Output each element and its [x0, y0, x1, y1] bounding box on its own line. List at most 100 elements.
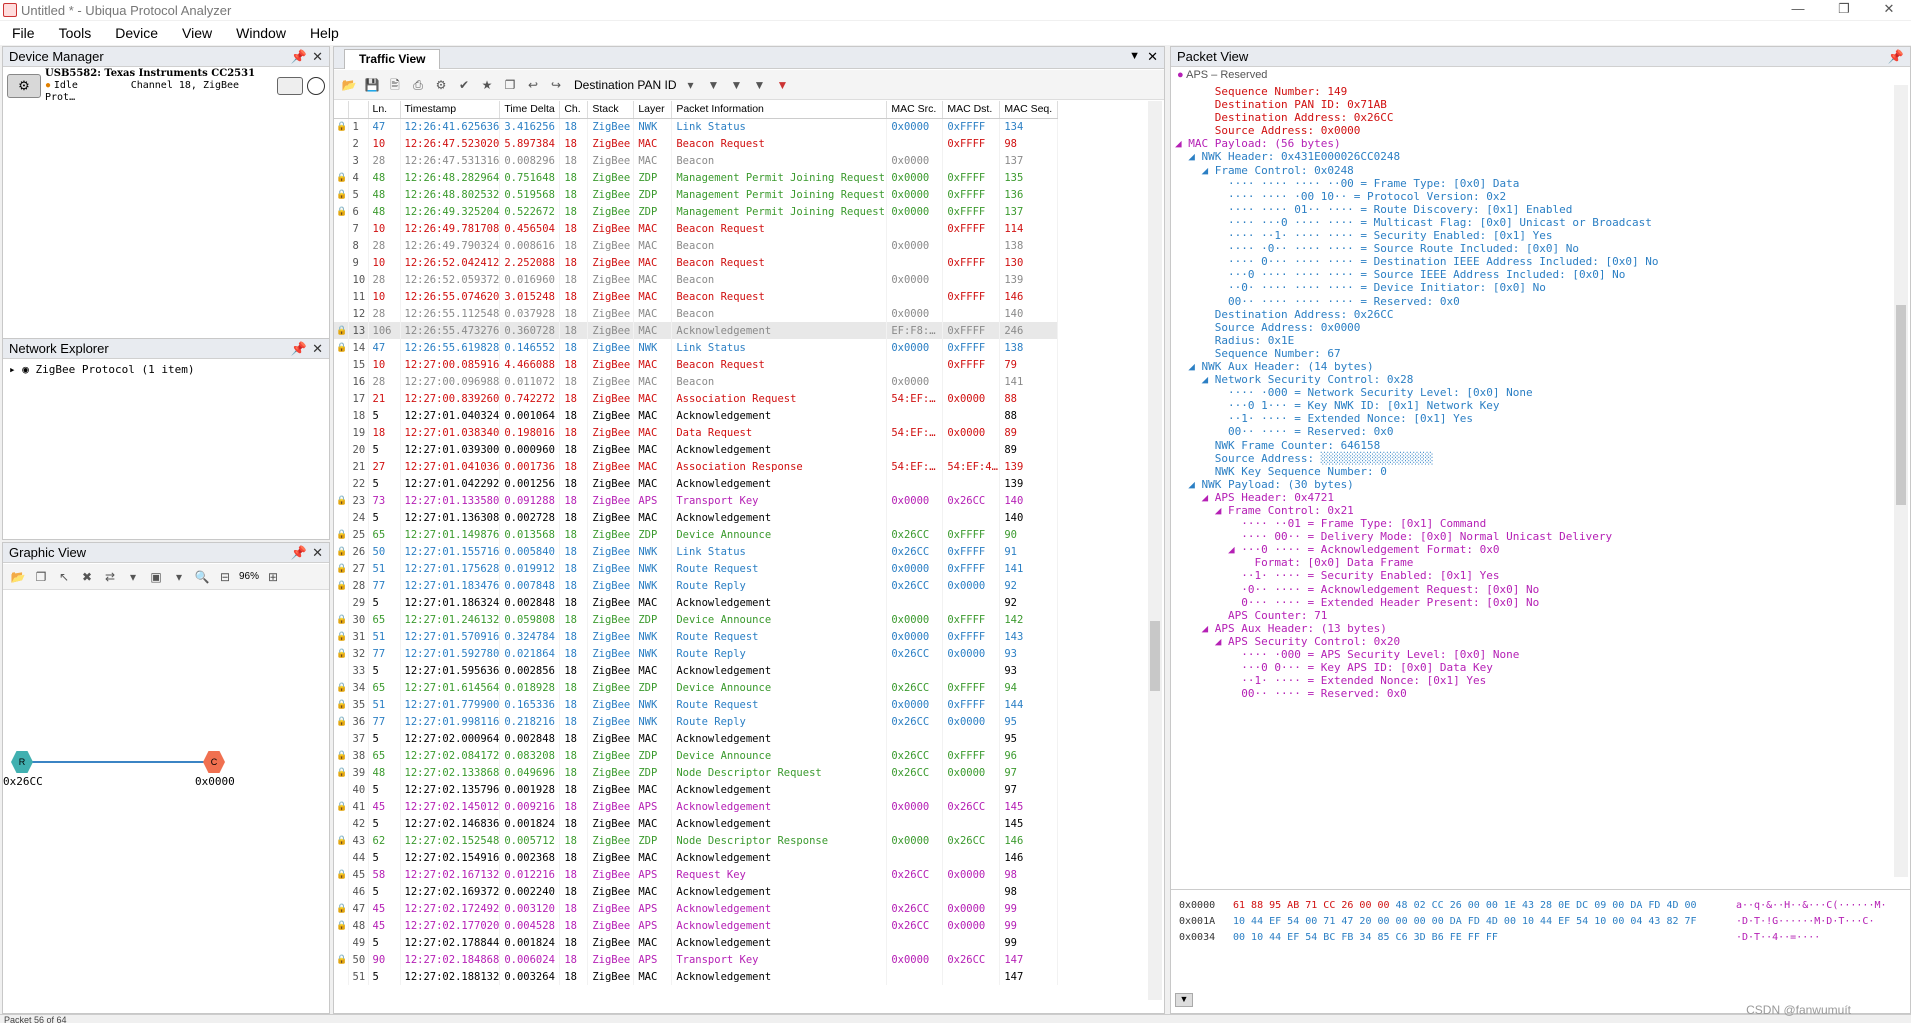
- tree-line[interactable]: ··1· ···· = Security Enabled: [0x1] Yes: [1175, 569, 1890, 582]
- tree-line[interactable]: ◢ NWK Aux Header: (14 bytes): [1175, 360, 1890, 373]
- tree-line[interactable]: ···0 0··· = Key APS ID: [0x0] Data Key: [1175, 661, 1890, 674]
- table-row[interactable]: 19 18 12:27:01.038340 0.198016 18 ZigBee MAC Da…: [334, 424, 1059, 441]
- table-row[interactable]: 49 5 12:27:02.178844 0.001824 18 ZigBee MAC Ack…: [334, 934, 1059, 951]
- tree-line[interactable]: ◢ NWK Payload: (30 bytes): [1175, 478, 1890, 491]
- zoom-out-icon[interactable]: ⊟: [216, 568, 234, 586]
- capture-toggle[interactable]: [277, 77, 303, 95]
- menu-help[interactable]: Help: [298, 25, 351, 41]
- table-row[interactable]: 42 5 12:27:02.146836 0.001824 18 ZigBee MAC Ack…: [334, 815, 1059, 832]
- tree-line[interactable]: ···· ·0·· ···· ···· = Source Route Inclu…: [1175, 242, 1890, 255]
- filter-icon[interactable]: ✔: [455, 76, 473, 94]
- tree-line[interactable]: ···· ···· ···· ··00 = Frame Type: [0x0] …: [1175, 177, 1890, 190]
- tree-line[interactable]: 0··· ···· = Extended Header Present: [0x…: [1175, 596, 1890, 609]
- print-icon[interactable]: ⎙: [409, 76, 427, 94]
- dropdown-icon[interactable]: ▾: [170, 568, 188, 586]
- tree-line[interactable]: Radius: 0x1E: [1175, 334, 1890, 347]
- funnel-clear-icon[interactable]: ▼: [774, 76, 792, 94]
- menu-window[interactable]: Window: [224, 25, 298, 41]
- funnel-icon[interactable]: ▼: [705, 76, 723, 94]
- bookmark-icon[interactable]: ★: [478, 76, 496, 94]
- tree-line[interactable]: ···· 0··· ···· ···· = Destination IEEE A…: [1175, 255, 1890, 268]
- tree-line[interactable]: ◢ Frame Control: 0x0248: [1175, 164, 1890, 177]
- pin-icon[interactable]: 📌: [291, 545, 307, 561]
- table-row[interactable]: 🔒 41 45 12:27:02.145012 0.009216 18 ZigBee APS A…: [334, 798, 1059, 815]
- col-header[interactable]: Stack: [587, 101, 635, 119]
- table-row[interactable]: 15 10 12:27:00.085916 4.466088 18 ZigBee MAC Be…: [334, 356, 1059, 373]
- tree-line[interactable]: Sequence Number: 149: [1175, 85, 1890, 98]
- table-row[interactable]: 7 10 12:26:49.781708 0.456504 18 ZigBee MAC Bea…: [334, 220, 1059, 237]
- back-icon[interactable]: ↩: [524, 76, 542, 94]
- tree-line[interactable]: ···· ·000 = Network Security Level: [0x0…: [1175, 386, 1890, 399]
- pin-icon[interactable]: 📌: [291, 341, 307, 357]
- col-header[interactable]: Packet Information: [671, 101, 888, 119]
- tree-line[interactable]: 00·· ···· ···· ···· = Reserved: 0x0: [1175, 295, 1890, 308]
- scrollbar-thumb[interactable]: [1896, 305, 1906, 505]
- tree-line[interactable]: Destination Address: 0x26CC: [1175, 308, 1890, 321]
- router-node[interactable]: R: [11, 751, 33, 773]
- funnel-add-icon[interactable]: ▼: [728, 76, 746, 94]
- table-row[interactable]: 9 10 12:26:52.042412 2.252088 18 ZigBee MAC Bea…: [334, 254, 1059, 271]
- table-row[interactable]: 🔒 35 51 12:27:01.779900 0.165336 18 ZigBee NWK R…: [334, 696, 1059, 713]
- table-row[interactable]: 🔒 47 45 12:27:02.172492 0.003120 18 ZigBee APS A…: [334, 900, 1059, 917]
- col-header[interactable]: MAC Src.: [886, 101, 944, 119]
- table-row[interactable]: 20 5 12:27:01.039300 0.000960 18 ZigBee MAC Ack…: [334, 441, 1059, 458]
- open-icon[interactable]: 📂: [9, 568, 27, 586]
- pin-icon[interactable]: 📌: [1888, 49, 1904, 65]
- tree-line[interactable]: ◢ ···0 ···· = Acknowledgement Format: 0x…: [1175, 543, 1890, 556]
- table-row[interactable]: 🔒 1 47 12:26:41.625636 3.416256 18 ZigBee NWK Li…: [334, 118, 1059, 135]
- table-row[interactable]: 51 5 12:27:02.188132 0.003264 18 ZigBee MAC Ack…: [334, 968, 1059, 985]
- table-row[interactable]: 🔒 5 48 12:26:48.802532 0.519568 18 ZigBee ZDP Ma…: [334, 186, 1059, 203]
- forward-icon[interactable]: ↪: [547, 76, 565, 94]
- tree-line[interactable]: ◢ Network Security Control: 0x28: [1175, 373, 1890, 386]
- view-icon[interactable]: ▣: [147, 568, 165, 586]
- tree-line[interactable]: Destination PAN ID: 0x71AB: [1175, 98, 1890, 111]
- table-row[interactable]: 🔒 6 48 12:26:49.325204 0.522672 18 ZigBee ZDP Ma…: [334, 203, 1059, 220]
- table-row[interactable]: 46 5 12:27:02.169372 0.002240 18 ZigBee MAC Ack…: [334, 883, 1059, 900]
- tree-line[interactable]: ···· 00·· = Delivery Mode: [0x0] Normal …: [1175, 530, 1890, 543]
- tree-line[interactable]: ◢ MAC Payload: (56 bytes): [1175, 137, 1890, 150]
- table-row[interactable]: 🔒 28 77 12:27:01.183476 0.007848 18 ZigBee NWK R…: [334, 577, 1059, 594]
- table-row[interactable]: 24 5 12:27:01.136308 0.002728 18 ZigBee MAC Ack…: [334, 509, 1059, 526]
- table-row[interactable]: 11 10 12:26:55.074620 3.015248 18 ZigBee MAC Be…: [334, 288, 1059, 305]
- zoom-icon[interactable]: 🔍: [193, 568, 211, 586]
- pin-icon[interactable]: 📌: [291, 49, 307, 65]
- table-row[interactable]: 🔒 30 65 12:27:01.246132 0.059808 18 ZigBee ZDP D…: [334, 611, 1059, 628]
- close-icon[interactable]: ✕: [312, 49, 323, 65]
- table-row[interactable]: 22 5 12:27:01.042292 0.001256 18 ZigBee MAC Ack…: [334, 475, 1059, 492]
- table-row[interactable]: 🔒 48 45 12:27:02.177020 0.004528 18 ZigBee APS A…: [334, 917, 1059, 934]
- coordinator-node[interactable]: C: [203, 751, 225, 773]
- tree-line[interactable]: ◢ APS Aux Header: (13 bytes): [1175, 622, 1890, 635]
- menu-tools[interactable]: Tools: [47, 25, 104, 41]
- table-row[interactable]: 2 10 12:26:47.523020 5.897384 18 ZigBee MAC Bea…: [334, 135, 1059, 152]
- table-row[interactable]: 21 27 12:27:01.041036 0.001736 18 ZigBee MAC As…: [334, 458, 1059, 475]
- table-row[interactable]: 8 28 12:26:49.790324 0.008616 18 ZigBee MAC Bea…: [334, 237, 1059, 254]
- table-row[interactable]: 🔒 13 106 12:26:55.473276 0.360728 18 ZigBee MAC…: [334, 322, 1059, 339]
- funnel-edit-icon[interactable]: ▼: [751, 76, 769, 94]
- table-row[interactable]: 17 21 12:27:00.839260 0.742272 18 ZigBee MAC As…: [334, 390, 1059, 407]
- tree-line[interactable]: 00·· ···· = Reserved: 0x0: [1175, 687, 1890, 700]
- tree-line[interactable]: Format: [0x0] Data Frame: [1175, 556, 1890, 569]
- table-row[interactable]: 🔒 25 65 12:27:01.149876 0.013568 18 ZigBee ZDP D…: [334, 526, 1059, 543]
- zoom-level[interactable]: 96%: [239, 571, 259, 582]
- close-window-button[interactable]: ✕: [1866, 0, 1911, 20]
- table-row[interactable]: 🔒 26 50 12:27:01.155716 0.005840 18 ZigBee NWK L…: [334, 543, 1059, 560]
- copy-icon[interactable]: ❐: [32, 568, 50, 586]
- close-icon[interactable]: ✕: [1147, 49, 1158, 65]
- tree-line[interactable]: ◢ APS Security Control: 0x20: [1175, 635, 1890, 648]
- menu-file[interactable]: File: [0, 25, 47, 41]
- tree-line[interactable]: Source Address: ░░░░░░░░░░░░░░░░░: [1175, 452, 1890, 465]
- tree-line[interactable]: ···0 ···· ···· ···· = Source IEEE Addres…: [1175, 268, 1890, 281]
- close-icon[interactable]: ✕: [312, 341, 323, 357]
- tree-line[interactable]: ◢ Frame Control: 0x21: [1175, 504, 1890, 517]
- device-entry[interactable]: ⚙ USB5582: Texas Instruments CC2531 ● Id…: [7, 68, 325, 103]
- tree-line[interactable]: ···0 1··· = Key NWK ID: [0x1] Network Ke…: [1175, 399, 1890, 412]
- save-icon[interactable]: 💾: [363, 76, 381, 94]
- table-row[interactable]: 🔒 31 51 12:27:01.570916 0.324784 18 ZigBee NWK R…: [334, 628, 1059, 645]
- dropdown-icon[interactable]: ▾: [124, 568, 142, 586]
- table-row[interactable]: 🔒 23 73 12:27:01.133580 0.091288 18 ZigBee APS T…: [334, 492, 1059, 509]
- tree-line[interactable]: ·0·· ···· = Acknowledgement Request: [0x…: [1175, 583, 1890, 596]
- tree-line[interactable]: NWK Frame Counter: 646158: [1175, 439, 1890, 452]
- maximize-button[interactable]: ❐: [1821, 0, 1867, 20]
- table-row[interactable]: 33 5 12:27:01.595636 0.002856 18 ZigBee MAC Ack…: [334, 662, 1059, 679]
- col-header[interactable]: Time Delta: [499, 101, 561, 119]
